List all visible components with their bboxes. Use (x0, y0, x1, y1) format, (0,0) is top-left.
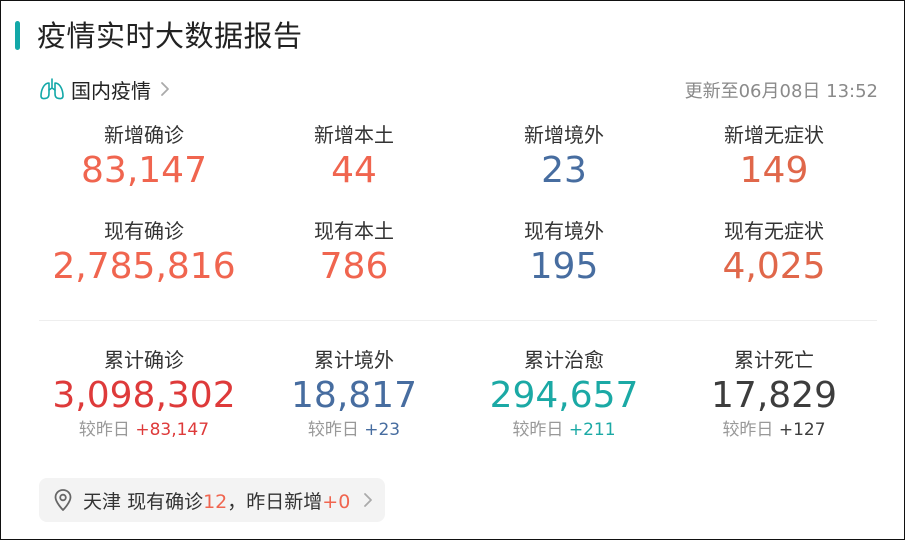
compare-value: +211 (568, 420, 616, 440)
stat-total-confirmed: 累计确诊 3,098,302 较昨日 +83,147 (39, 347, 249, 441)
stat-total-imported: 累计境外 18,817 较昨日 +23 (249, 347, 459, 441)
stat-label: 新增境外 (524, 123, 604, 147)
new-value: +0 (322, 490, 351, 513)
current-label: 现有确诊 (127, 490, 204, 513)
compare-value: +127 (778, 420, 826, 440)
stat-value: 3,098,302 (52, 375, 236, 416)
stat-label: 累计境外 (314, 348, 394, 372)
stat-compare: 较昨日 +211 (459, 419, 669, 441)
stat-compare: 较昨日 +23 (249, 419, 459, 441)
compare-label: 较昨日 (78, 420, 130, 440)
stat-new-asymptomatic: 新增无症状 149 (669, 122, 879, 194)
stat-label: 现有无症状 (724, 219, 824, 243)
section-label: 国内疫情 (71, 78, 151, 103)
compare-label: 较昨日 (722, 420, 774, 440)
new-cases-row: 新增确诊 83,147 新增本土 44 新增境外 23 新增无症状 149 (39, 122, 879, 194)
report-card: 疫情实时大数据报告 国内疫情 更新至06月08日 13:52 新增确诊 83,1… (0, 0, 905, 540)
stat-total-cured: 累计治愈 294,657 较昨日 +211 (459, 347, 669, 441)
stat-compare: 较昨日 +83,147 (39, 419, 249, 441)
stat-label: 累计确诊 (104, 348, 184, 372)
domestic-section-link[interactable]: 国内疫情 (39, 75, 171, 103)
page-title: 疫情实时大数据报告 (37, 19, 303, 53)
new-label: 昨日新增 (246, 490, 323, 513)
stat-value: 4,025 (722, 246, 826, 287)
local-city-card[interactable]: 天津 现有确诊12，昨日新增+0 (39, 478, 385, 522)
cumulative-row: 累计确诊 3,098,302 较昨日 +83,147 累计境外 18,817 较… (39, 347, 879, 441)
stat-current-confirmed: 现有确诊 2,785,816 (39, 218, 249, 290)
stat-total-deaths: 累计死亡 17,829 较昨日 +127 (669, 347, 879, 441)
stat-new-local: 新增本土 44 (249, 122, 459, 194)
stat-value: 2,785,816 (52, 246, 236, 287)
stat-label: 现有本土 (314, 219, 394, 243)
stat-new-confirmed: 新增确诊 83,147 (39, 122, 249, 194)
chevron-right-icon (364, 493, 373, 507)
stat-label: 现有确诊 (104, 219, 184, 243)
compare-label: 较昨日 (512, 420, 564, 440)
stat-label: 新增确诊 (104, 123, 184, 147)
stat-current-asymptomatic: 现有无症状 4,025 (669, 218, 879, 290)
stat-value: 18,817 (291, 375, 417, 416)
title-accent-bar (15, 21, 20, 50)
stat-value: 195 (529, 246, 599, 287)
stat-value: 44 (331, 150, 377, 191)
stat-label: 新增无症状 (724, 123, 824, 147)
local-summary: 天津 现有确诊12，昨日新增+0 (83, 487, 350, 514)
stat-value: 83,147 (81, 150, 207, 191)
lungs-icon (40, 78, 64, 100)
stat-value: 149 (739, 150, 809, 191)
city-name: 天津 (83, 490, 122, 513)
compare-label: 较昨日 (307, 420, 359, 440)
stat-compare: 较昨日 +127 (669, 419, 879, 441)
stat-label: 累计死亡 (734, 348, 814, 372)
location-pin-icon (54, 489, 72, 511)
separator: ， (227, 490, 247, 513)
stat-value: 294,657 (489, 375, 639, 416)
stat-value: 23 (541, 150, 587, 191)
stat-new-imported: 新增境外 23 (459, 122, 669, 194)
divider (39, 320, 877, 321)
stat-current-imported: 现有境外 195 (459, 218, 669, 290)
chevron-right-icon (161, 82, 169, 96)
stat-current-local: 现有本土 786 (249, 218, 459, 290)
stat-value: 17,829 (711, 375, 837, 416)
stat-value: 786 (319, 246, 389, 287)
current-value: 12 (203, 490, 228, 513)
stat-label: 现有境外 (524, 219, 604, 243)
current-cases-row: 现有确诊 2,785,816 现有本土 786 现有境外 195 现有无症状 4… (39, 218, 879, 290)
stat-label: 新增本土 (314, 123, 394, 147)
stat-label: 累计治愈 (524, 348, 604, 372)
compare-value: +83,147 (135, 420, 210, 440)
compare-value: +23 (364, 420, 401, 440)
update-time: 更新至06月08日 13:52 (684, 81, 878, 102)
